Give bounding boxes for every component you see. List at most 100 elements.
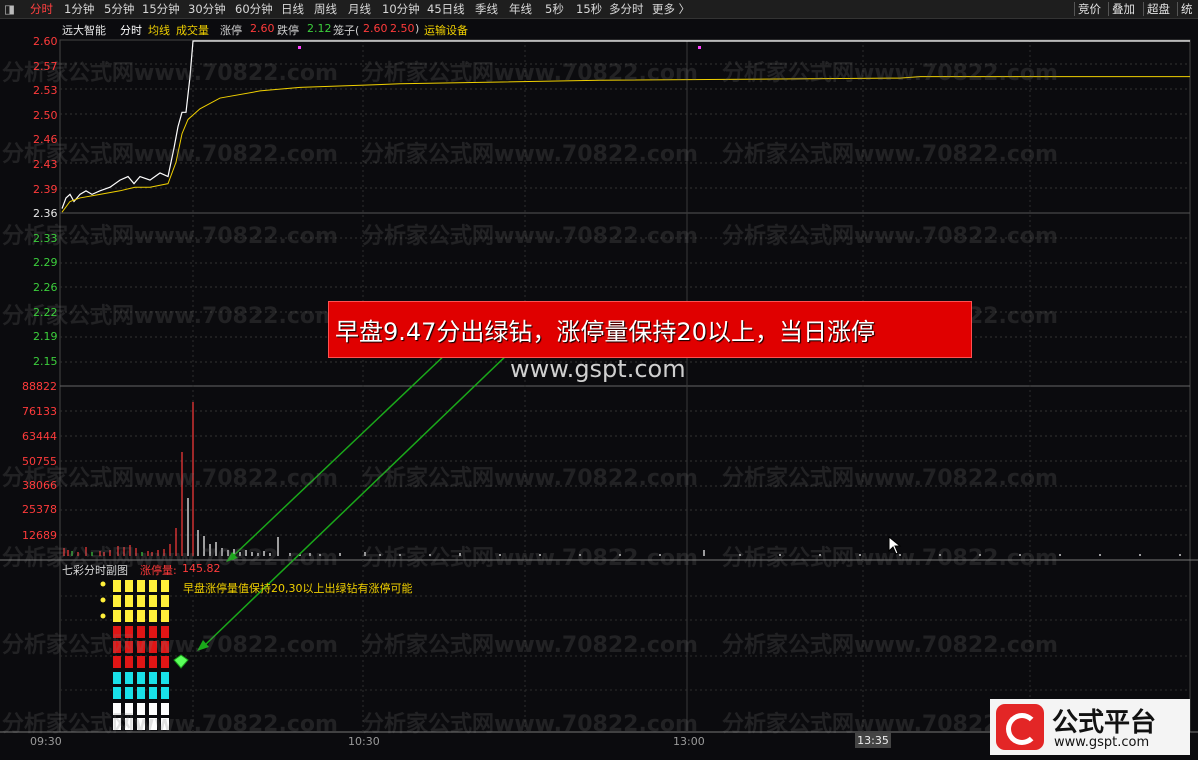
indicator-value: 145.82 (182, 562, 221, 575)
tab-14[interactable]: 15秒 (576, 0, 602, 18)
indicator-dot (100, 613, 106, 619)
indicator-block (137, 656, 145, 668)
price-tick-0: 2.60 (33, 35, 58, 48)
arrow-head-icon (197, 640, 209, 651)
indicator-block (113, 580, 121, 592)
indicator-block (125, 610, 133, 622)
toolbar-right-button-3[interactable]: 统 (1181, 0, 1193, 18)
cage-close: ) (415, 22, 420, 35)
panel-toggle-icon[interactable]: ◨ (4, 0, 15, 18)
green-diamond-icon (173, 654, 189, 669)
chart-grid (0, 39, 1198, 733)
tab-1[interactable]: 1分钟 (64, 0, 94, 18)
indicator-block (113, 610, 121, 622)
indicator-block (113, 703, 121, 715)
indicator-block (149, 718, 157, 730)
indicator-block (113, 656, 121, 668)
limit-up-value: 2.60 (250, 22, 275, 35)
tab-9[interactable]: 10分钟 (382, 0, 420, 18)
price-tick-1: 2.57 (33, 59, 58, 73)
sub-chart-title: 七彩分时副图 (62, 564, 128, 577)
indicator-block (125, 641, 133, 653)
toolbar-separator (1143, 2, 1144, 16)
cage-label: 笼子( (333, 24, 360, 37)
tab-6[interactable]: 日线 (281, 0, 304, 18)
tab-10[interactable]: 45日线 (427, 0, 465, 18)
tab-13[interactable]: 5秒 (545, 0, 564, 18)
annotation-site: www.gspt.com (510, 355, 686, 383)
tab-2[interactable]: 5分钟 (104, 0, 134, 18)
indicator-block (113, 687, 121, 699)
toolbar-right-button-2[interactable]: 超盘 (1147, 0, 1170, 18)
tab-7[interactable]: 周线 (314, 0, 337, 18)
mouse-cursor-icon (888, 536, 902, 555)
indicator-block (125, 626, 133, 638)
cage-low: 2.60 (363, 22, 388, 35)
indicator-dot (100, 581, 106, 587)
indicator-block (149, 703, 157, 715)
time-label-open: 09:30 (30, 735, 62, 748)
indicator-block (125, 580, 133, 592)
tab-16[interactable]: 更多 〉 (652, 0, 690, 18)
indicator-block (137, 672, 145, 684)
logo-url: www.gspt.com (1054, 735, 1150, 750)
limit-up-label: 涨停 (220, 24, 242, 37)
marker-dot (698, 46, 701, 49)
mode-label: 分时 (120, 24, 142, 37)
toolbar-right-button-0[interactable]: 竞价 (1078, 0, 1101, 18)
price-tick-2: 2.53 (33, 84, 58, 98)
indicator-block (137, 687, 145, 699)
indicator-block (161, 672, 169, 684)
tab-4[interactable]: 30分钟 (188, 0, 226, 18)
indicator-block (137, 703, 145, 715)
toolbar-separator (1074, 2, 1075, 16)
indicator-block (113, 595, 121, 607)
indicator-block (125, 656, 133, 668)
volume-tick-5: 25378 (22, 503, 57, 516)
indicator-block (149, 610, 157, 622)
gspt-logo-icon (996, 704, 1044, 750)
indicator-block (113, 718, 121, 730)
indicator-block (125, 687, 133, 699)
limit-down-label: 跌停 (277, 24, 299, 37)
volume-tick-2: 63444 (22, 430, 57, 443)
tab-5[interactable]: 60分钟 (235, 0, 273, 18)
tab-0[interactable]: 分时 (30, 0, 53, 18)
volume-tick-6: 12689 (22, 529, 57, 542)
volume-tick-0: 88822 (22, 380, 57, 393)
price-tick-8: 2.33 (33, 231, 58, 245)
tab-8[interactable]: 月线 (348, 0, 371, 18)
tab-11[interactable]: 季线 (475, 0, 498, 18)
annotation-banner: 早盘9.47分出绿钻，涨停量保持20以上，当日涨停 (328, 301, 972, 358)
tab-3[interactable]: 15分钟 (142, 0, 180, 18)
indicator-block (161, 595, 169, 607)
indicator-block (161, 626, 169, 638)
price-tick-12: 2.19 (33, 330, 58, 344)
price-tick-11: 2.22 (33, 305, 58, 319)
toolbar-separator (1177, 2, 1178, 16)
tab-15[interactable]: 多分时 (609, 0, 644, 18)
volume-label: 成交量 (176, 24, 209, 37)
indicator-block (149, 672, 157, 684)
price-line (61, 40, 1190, 209)
indicator-block (137, 718, 145, 730)
indicator-block (149, 626, 157, 638)
cursor-time-box: 13:35 (855, 733, 891, 748)
arrow-line (204, 351, 511, 646)
cage-high: 2.50 (390, 22, 415, 35)
volume-tick-4: 38066 (22, 479, 57, 492)
limit-down-value: 2.12 (307, 22, 332, 35)
indicator-block (149, 580, 157, 592)
indicator-block (161, 687, 169, 699)
toolbar-right-button-1[interactable]: 叠加 (1112, 0, 1135, 18)
logo-title: 公式平台 (1052, 708, 1157, 738)
toolbar-separator (1108, 2, 1109, 16)
price-tick-7: 2.36 (33, 207, 58, 221)
price-tick-4: 2.46 (33, 133, 58, 147)
indicator-block (125, 718, 133, 730)
sector-label[interactable]: 运输设备 (424, 22, 468, 38)
price-tick-5: 2.43 (33, 158, 58, 171)
sub-chart-note: 早盘涨停量值保持20,30以上出绿钻有涨停可能 (183, 582, 413, 595)
tab-12[interactable]: 年线 (509, 0, 532, 18)
indicator-label: 涨停量: (140, 564, 177, 577)
